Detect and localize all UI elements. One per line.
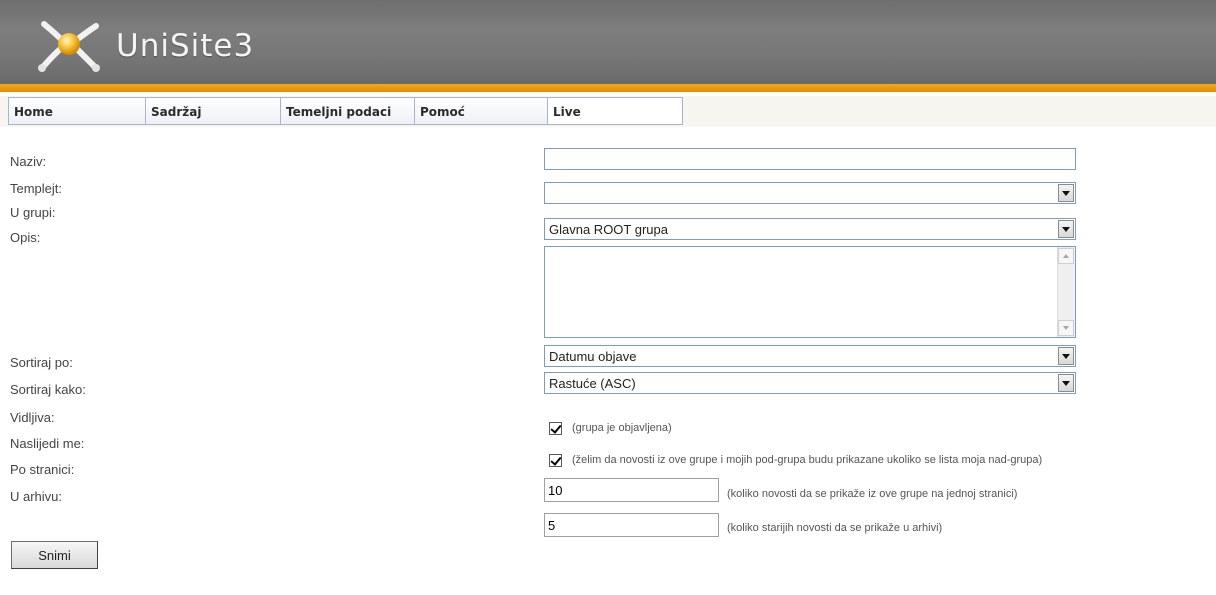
header-accent-stripe xyxy=(0,84,1216,92)
scroll-up-icon[interactable] xyxy=(1058,248,1074,264)
main-nav: Home Sadržaj Temeljni podaci Pomoć Live xyxy=(0,96,1216,127)
vidljiva-hint: (grupa je objavljena) xyxy=(572,422,672,434)
vidljiva-row: (grupa je objavljena) xyxy=(549,420,672,436)
nav-tab-temeljni-podaci[interactable]: Temeljni podaci xyxy=(280,97,415,125)
logo-text: UniSite3 xyxy=(116,28,255,64)
naziv-label: Naziv: xyxy=(10,154,47,169)
nav-tab-home[interactable]: Home xyxy=(8,97,146,125)
templejt-label: Templejt: xyxy=(10,181,63,196)
naslijedi-hint: (želim da novosti iz ove grupe i mojih p… xyxy=(572,454,1043,466)
templejt-select[interactable] xyxy=(544,182,1076,204)
u-grupi-select[interactable]: Glavna ROOT grupa xyxy=(544,218,1076,240)
naziv-input[interactable] xyxy=(544,148,1076,170)
naslijedi-checkbox[interactable] xyxy=(549,453,562,467)
sortiraj-po-select-value: Datumu objave xyxy=(549,349,637,364)
u-arhivu-label: U arhivu: xyxy=(10,489,63,504)
sortiraj-kako-label: Sortiraj kako: xyxy=(10,382,86,397)
nav-tab-live[interactable]: Live xyxy=(547,97,683,125)
nav-tab-sadrzaj[interactable]: Sadržaj xyxy=(145,97,281,125)
vidljiva-label: Vidljiva: xyxy=(10,410,55,425)
sortiraj-kako-select[interactable]: Rastuće (ASC) xyxy=(544,372,1076,394)
opis-textarea[interactable] xyxy=(544,246,1076,338)
sortiraj-po-select[interactable]: Datumu objave xyxy=(544,345,1076,367)
opis-label: Opis: xyxy=(10,230,41,245)
chevron-down-icon[interactable] xyxy=(1058,347,1074,365)
sortiraj-kako-select-value: Rastuće (ASC) xyxy=(549,376,636,391)
po-stranici-input[interactable] xyxy=(544,478,719,502)
scroll-down-icon[interactable] xyxy=(1058,320,1074,336)
nav-tab-pomoc[interactable]: Pomoć xyxy=(414,97,548,125)
po-stranici-label: Po stranici: xyxy=(10,462,75,477)
chevron-down-icon[interactable] xyxy=(1058,184,1074,202)
opis-scrollbar[interactable] xyxy=(1057,247,1075,337)
po-stranici-hint: (koliko novosti da se prikaže iz ove gru… xyxy=(727,488,1018,500)
vidljiva-checkbox[interactable] xyxy=(549,421,562,435)
u-grupi-label: U grupi: xyxy=(10,205,56,220)
chevron-down-icon[interactable] xyxy=(1058,374,1074,392)
naslijedi-me-label: Naslijedi me: xyxy=(10,436,85,451)
u-arhivu-input[interactable] xyxy=(544,513,719,537)
app-header: UniSite3 xyxy=(0,0,1216,84)
sortiraj-po-label: Sortiraj po: xyxy=(10,355,73,370)
u-arhivu-hint: (koliko starijih novosti da se prikaže u… xyxy=(727,522,943,534)
logo[interactable]: UniSite3 xyxy=(34,16,254,76)
naslijedi-row: (želim da novosti iz ove grupe i mojih p… xyxy=(549,452,1042,468)
u-grupi-select-value: Glavna ROOT grupa xyxy=(549,222,668,237)
snimi-button[interactable]: Snimi xyxy=(11,541,98,569)
chevron-down-icon[interactable] xyxy=(1058,220,1074,238)
x-figure-logo-icon xyxy=(38,21,100,72)
page: UniSite3 Home Sadržaj Temeljni podaci Po… xyxy=(0,0,1216,595)
